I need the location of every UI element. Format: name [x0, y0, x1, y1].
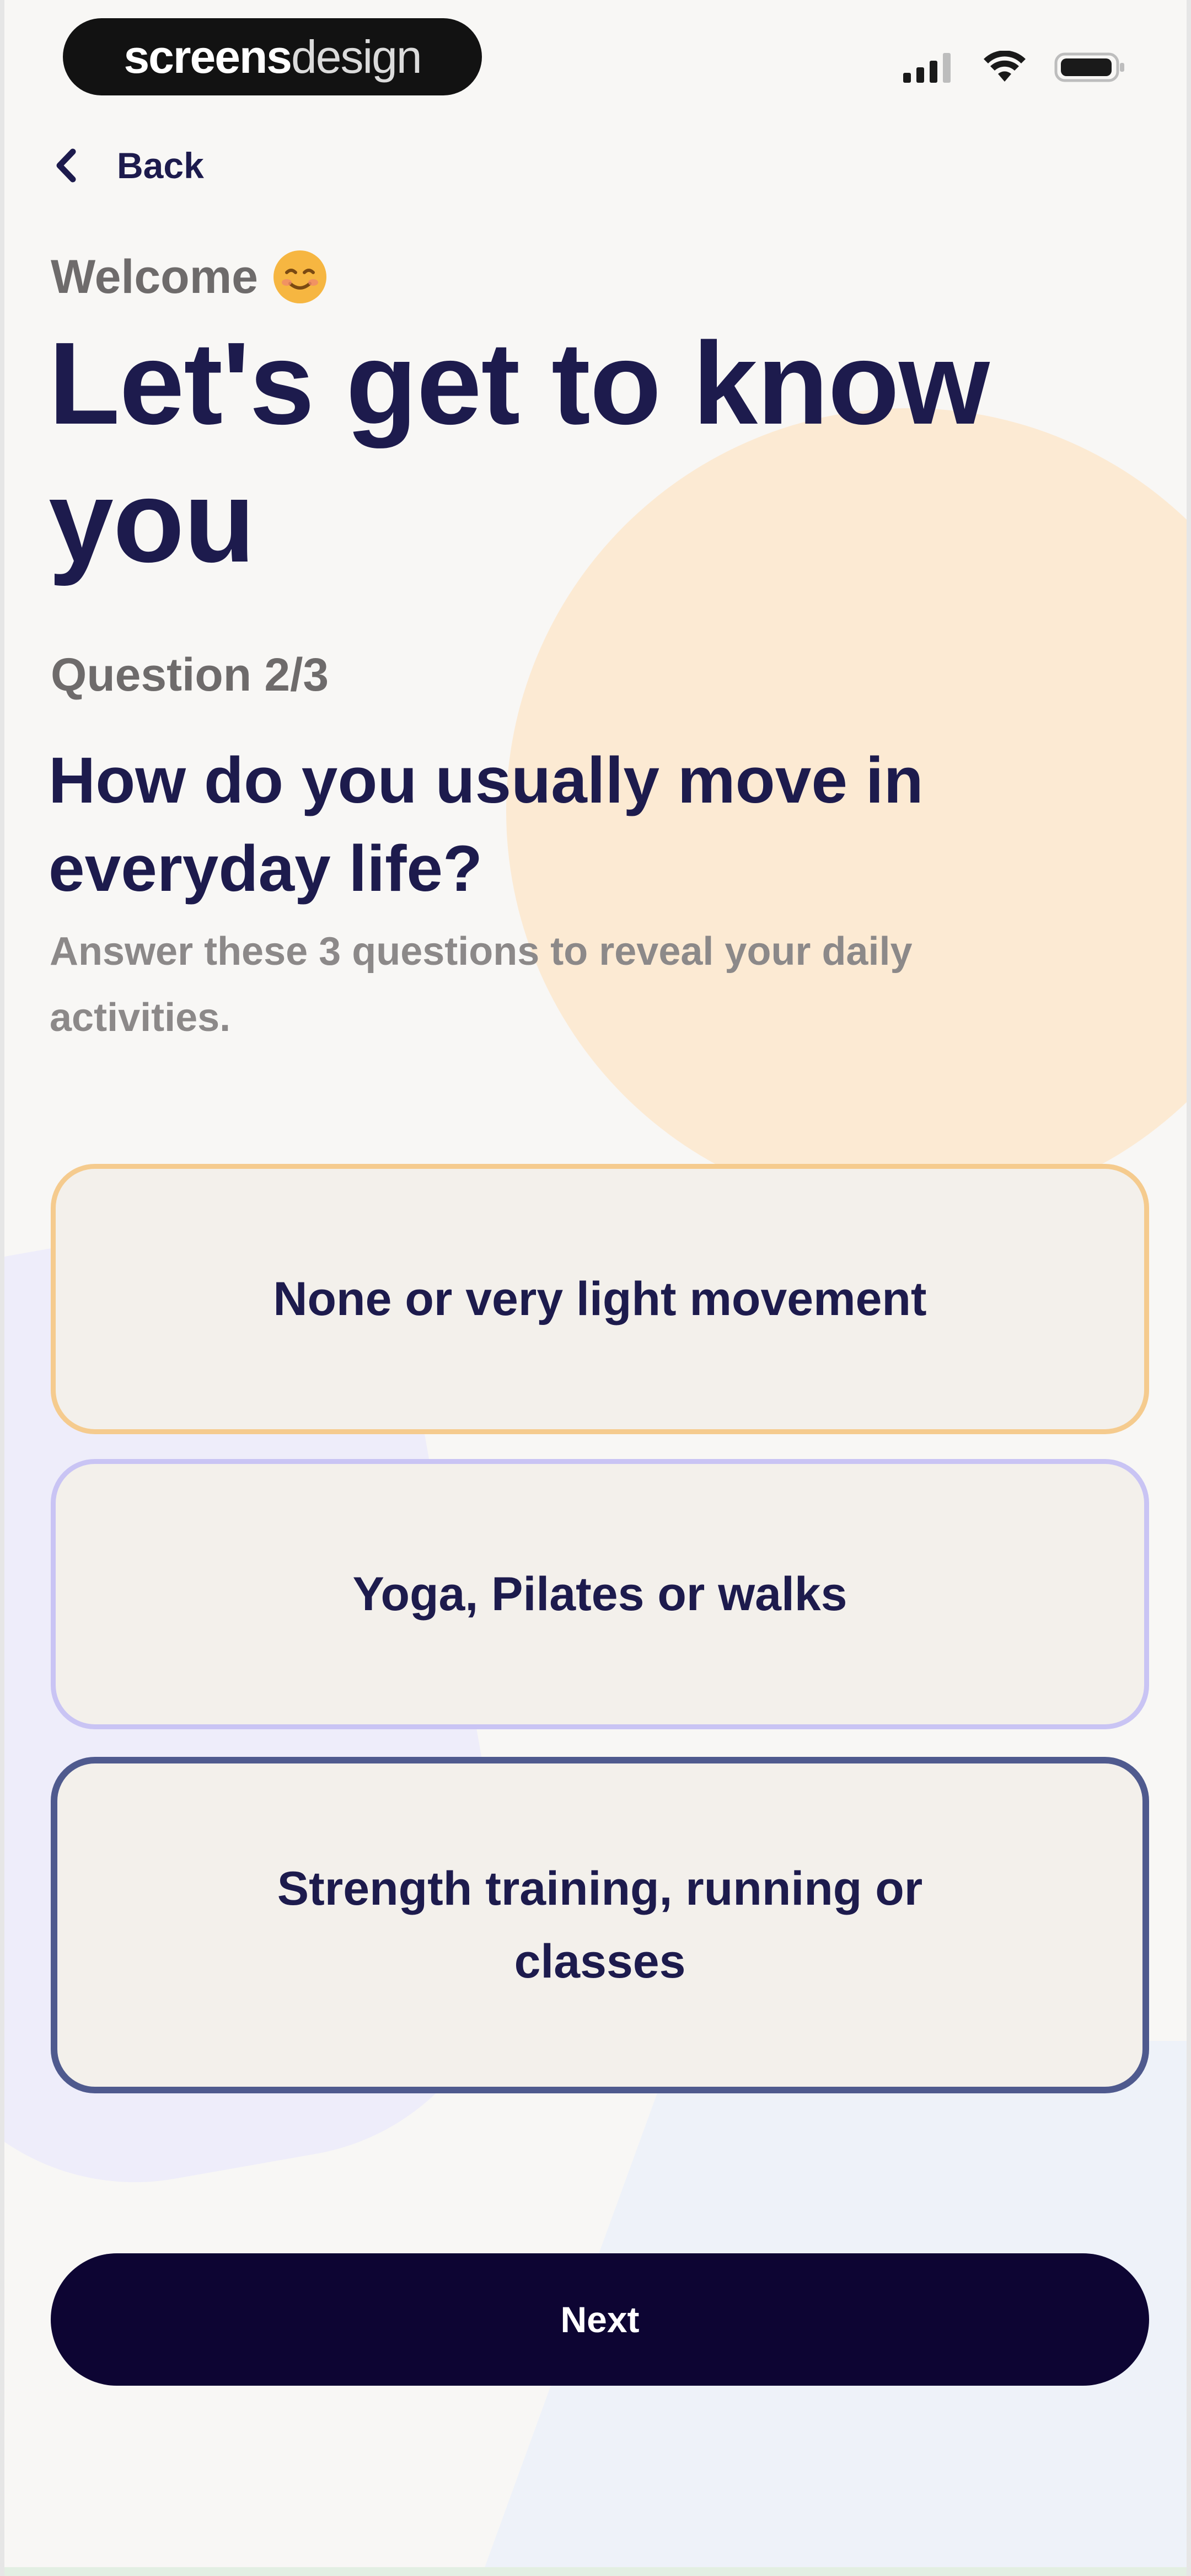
status-icons [902, 51, 1126, 84]
brand-watermark: screens design [63, 18, 482, 95]
option-none-or-light-movement[interactable]: None or very light movement [51, 1164, 1149, 1434]
question-counter: Question 2/3 [51, 649, 329, 701]
wifi-icon [984, 51, 1026, 82]
option-label: None or very light movement [273, 1273, 927, 1326]
battery-icon [1054, 52, 1124, 82]
brand-part-1: screens [124, 30, 292, 83]
option-label: Yoga, Pilates or walks [352, 1568, 847, 1621]
brand-part-2: design [291, 30, 422, 83]
cellular-signal-icon [903, 53, 951, 83]
welcome-text: Welcome [51, 250, 258, 303]
chevron-left-icon [56, 148, 76, 183]
next-button-label: Next [560, 2299, 640, 2340]
bottom-divider [4, 2567, 1187, 2576]
page-title: Let's get to know you [49, 318, 990, 586]
back-button[interactable]: Back [53, 138, 204, 193]
option-strength-running-classes[interactable]: Strength training, running or classes [51, 1757, 1149, 2093]
app-screen: screens design Back Welcome Let's get to… [0, 0, 1191, 2576]
back-label: Back [117, 145, 204, 186]
status-bar: screens design [4, 0, 1187, 121]
option-yoga-pilates-walks[interactable]: Yoga, Pilates or walks [51, 1459, 1149, 1729]
next-button[interactable]: Next [51, 2253, 1149, 2386]
welcome-line: Welcome [51, 248, 329, 306]
question-subtitle: Answer these 3 questions to reveal your … [50, 929, 913, 1040]
question-text: How do you usually move in everyday life… [49, 744, 924, 905]
option-label: Strength training, running or classes [277, 1862, 923, 1988]
smiling-face-emoji-icon [273, 250, 326, 303]
